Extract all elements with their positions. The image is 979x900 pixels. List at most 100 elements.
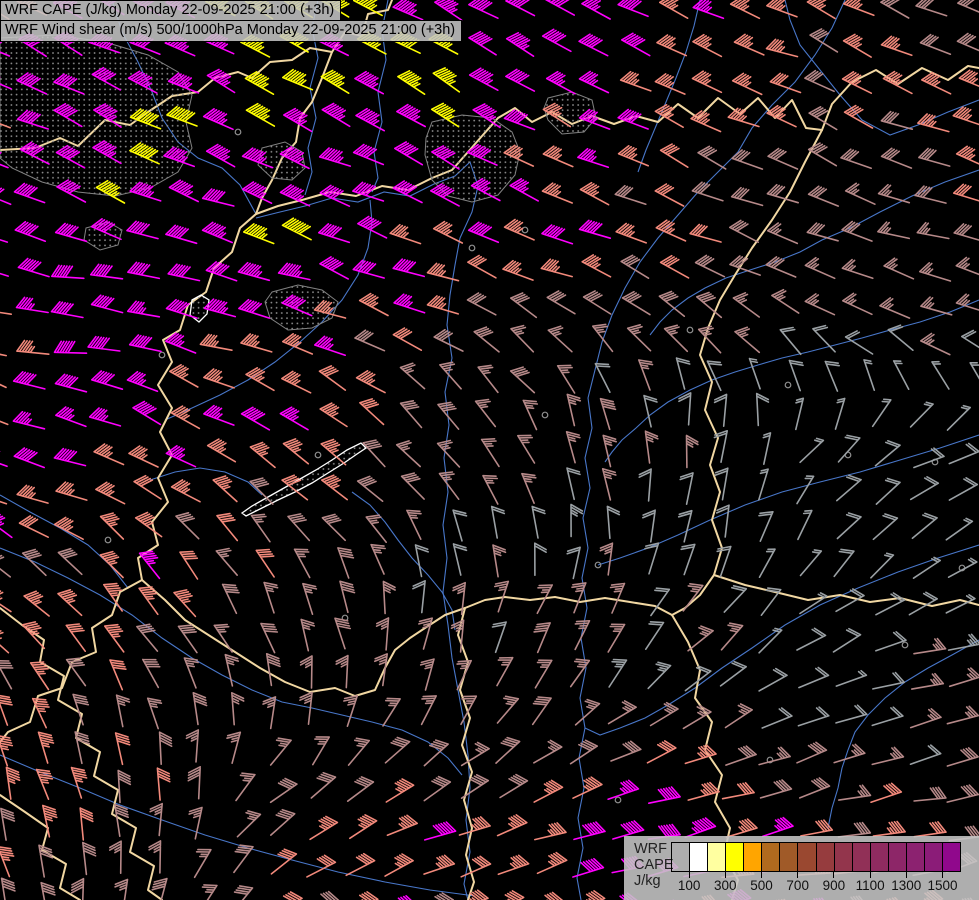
wind-barb [766,257,796,277]
wind-barb [14,372,45,389]
wind-barb [23,622,45,648]
wind-barb [683,706,711,729]
wind-barb [56,407,86,426]
wind-barb [344,696,358,726]
wind-barb [567,432,580,463]
wind-barb [434,330,463,351]
wind-barb [13,412,44,429]
wind-barb [41,883,55,900]
wind-barb [52,302,83,318]
wind-barb [880,298,910,318]
wind-barb [876,593,904,615]
wind-barb [881,112,912,130]
wind-barb [476,400,496,427]
wind-barb [402,473,425,499]
wind-barb [195,850,211,878]
wind-barb [800,438,823,462]
wind-barb [601,399,616,430]
urban-areas-layer [0,35,596,330]
wind-barb [243,182,272,203]
wind-barb [796,398,804,429]
wind-barb [284,439,309,464]
border-morava [256,52,332,214]
legend-swatch [726,843,744,871]
legend-swatch [817,843,835,871]
wind-barb [148,698,162,728]
wind-barb [424,777,450,801]
wind-barb [688,626,713,651]
wind-barb [949,444,979,464]
wind-barb [645,543,659,574]
wind-barb [58,590,82,616]
wind-barb [954,224,979,242]
wind-barb [507,33,534,56]
wind-barb [567,394,580,425]
wind-barb [622,33,650,55]
wind-barb [954,184,979,202]
wind-barb [615,186,646,205]
wind-barb [958,34,979,54]
wind-barb [763,433,770,464]
wind-barb [789,361,803,391]
wind-barb [535,543,546,575]
wind-barb [532,507,545,539]
wind-barb [872,747,903,764]
cape-legend: WRF CAPE J/kg 10030050070090011001300150… [624,836,979,900]
wind-barb [320,257,348,279]
wind-barb [438,441,460,467]
wind-barb [762,708,792,728]
wind-barb [542,225,572,244]
wind-barb [715,394,727,426]
wind-barb [836,399,845,430]
wind-barb [0,184,11,204]
wind-barb [271,810,295,835]
wind-barb [422,696,437,725]
legend-swatch [871,843,889,871]
wind-barb [225,655,238,686]
wind-barb [300,692,312,724]
wind-barb [425,893,453,900]
wind-barb [0,627,8,652]
wind-barb [184,658,198,688]
wind-barb [768,149,797,170]
wind-barb [0,258,8,276]
wind-barb [946,518,972,539]
wind-barb [127,221,158,238]
wind-barb [0,513,12,537]
river-sio [352,492,455,630]
wind-barb [724,586,746,612]
wind-barb [310,816,337,839]
wind-barb [932,362,949,389]
wind-barb [646,622,664,649]
wind-barb [733,73,762,94]
wind-barb [247,104,275,126]
wind-barb [0,847,14,877]
wind-barb [91,264,123,279]
wind-barb [56,482,87,500]
wind-barb [264,583,278,613]
border-slo-cro-diag [0,608,162,900]
wind-barb [204,109,233,130]
wind-barb [295,549,310,577]
wind-barb [395,142,423,165]
wind-barb [469,0,498,18]
wind-barb [232,886,252,900]
wind-barb [0,299,11,314]
wind-barb [128,372,158,392]
wind-barb [88,337,120,351]
wind-barb [593,324,613,351]
wind-barb [434,222,463,243]
wind-barb [283,70,313,90]
wind-barb [698,146,726,169]
wind-barb [397,441,421,467]
wind-barb [511,326,533,352]
wind-barb [282,371,311,392]
wind-barb [319,224,350,243]
wind-barb [170,180,199,201]
wind-barb [96,482,125,503]
wind-barb [0,224,7,242]
wind-barb [911,709,941,728]
wind-barb [55,341,87,353]
wind-barb [338,548,354,578]
wind-barb [692,182,723,201]
